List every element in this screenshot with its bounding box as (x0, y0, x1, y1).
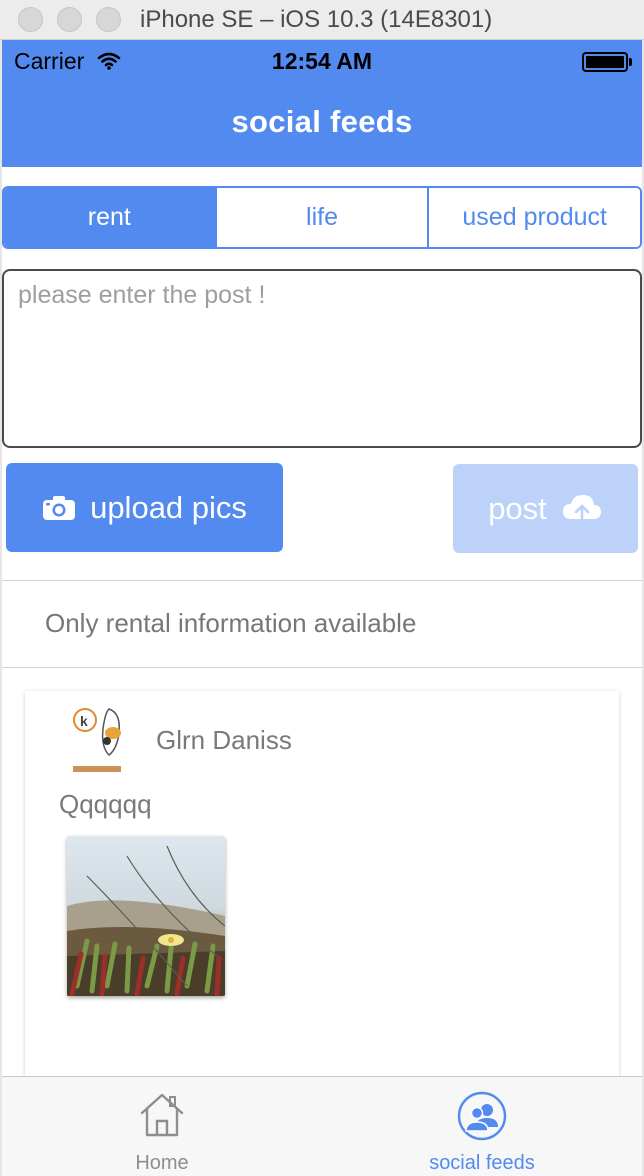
tab-social-feeds-label: social feeds (429, 1152, 535, 1174)
feed-card[interactable]: k Glrn Daniss Qqqqqq (25, 691, 619, 1111)
battery-tip (629, 58, 632, 66)
home-icon (138, 1091, 186, 1144)
post-text: Qqqqqq (59, 789, 152, 819)
segment-used-product[interactable]: used product (427, 188, 640, 247)
zoom-window-button[interactable] (96, 7, 121, 32)
status-time: 12:54 AM (271, 48, 373, 74)
svg-text:k: k (80, 713, 88, 729)
minimize-window-button[interactable] (57, 7, 82, 32)
segment-life[interactable]: life (214, 188, 428, 247)
divider-top (2, 580, 642, 581)
tab-bar: Home social feeds (2, 1076, 642, 1176)
post-button[interactable]: post (453, 464, 638, 553)
tab-social-feeds[interactable]: social feeds (402, 1077, 562, 1176)
post-label: post (488, 490, 547, 526)
segment-rent[interactable]: rent (4, 188, 215, 247)
divider-bottom (2, 667, 642, 668)
upload-pics-label: upload pics (90, 489, 247, 525)
post-input-container (2, 269, 642, 448)
camera-icon (42, 495, 76, 521)
people-icon (457, 1091, 507, 1146)
avatar: k (69, 703, 137, 775)
rental-notice: Only rental information available (45, 608, 417, 638)
window-title: iPhone SE – iOS 10.3 (14E8301) (140, 6, 493, 33)
close-window-button[interactable] (18, 7, 43, 32)
page-title: social feeds (231, 104, 413, 139)
navigation-header: Carrier 12:54 AM social feeds (2, 40, 642, 167)
post-username: Glrn Daniss (156, 725, 292, 755)
tab-home-label: Home (135, 1152, 189, 1174)
upload-pics-button[interactable]: upload pics (6, 463, 283, 552)
cloud-upload-icon (561, 493, 603, 525)
tab-home[interactable]: Home (82, 1077, 242, 1176)
category-segmented-control: rent life used product (2, 186, 642, 249)
post-input[interactable] (18, 281, 626, 436)
battery-icon (582, 52, 628, 72)
simulator-titlebar: iPhone SE – iOS 10.3 (14E8301) (0, 0, 644, 40)
app-screen: Carrier 12:54 AM social feeds rent life … (2, 40, 642, 1176)
post-image-thumbnail[interactable] (67, 836, 225, 996)
